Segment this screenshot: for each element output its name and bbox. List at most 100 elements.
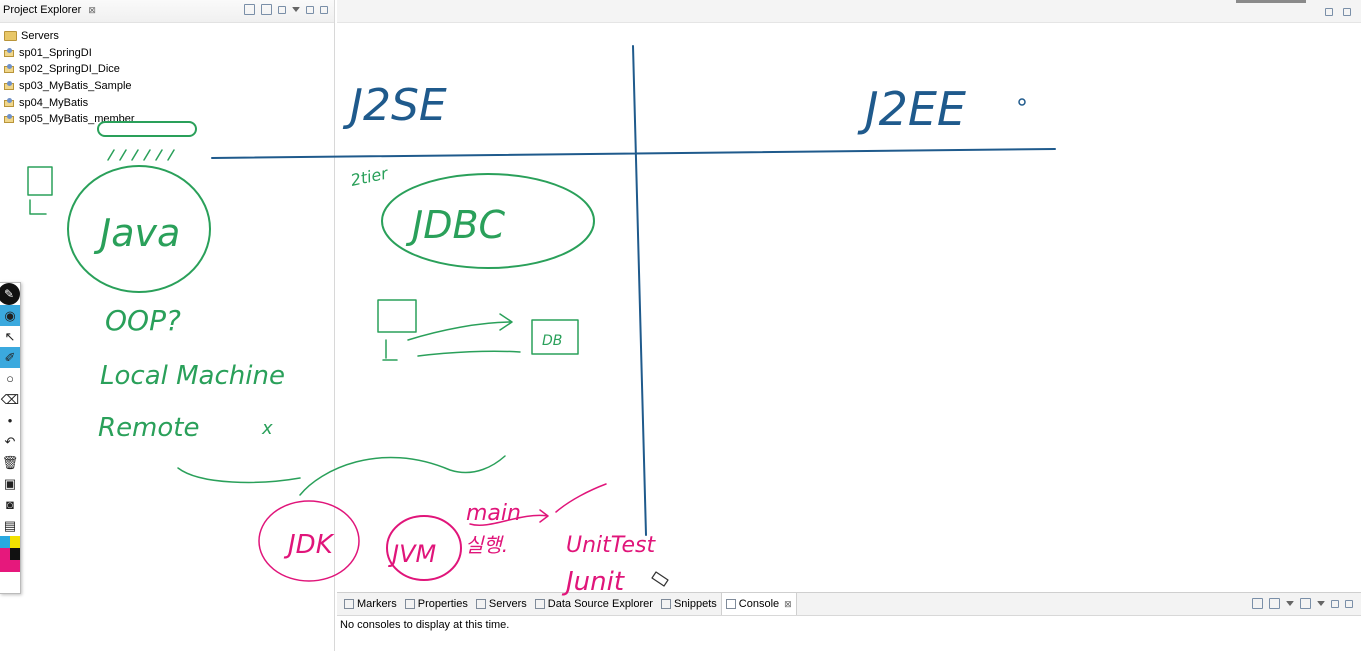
client-sketch [377,299,417,361]
tree-item-label: sp04_MyBatis [19,96,89,109]
tab-label: Console [738,598,780,610]
pin-console-icon[interactable] [1252,598,1263,609]
link-editor-icon[interactable] [261,4,272,15]
java-project-icon [4,64,15,74]
dot-icon[interactable]: • [0,410,20,431]
annotation-palette: ✎ ◉ ↖ ✐ ○ ⌫ • ↶ 🗑 ▣ ◙ ▤ [0,282,21,594]
tab-properties[interactable]: Properties [401,593,472,615]
tree-item-label: Servers [21,30,59,43]
clipboard-icon[interactable]: ▤ [0,515,20,536]
close-icon[interactable]: ⊠ [88,5,96,15]
console-message: No consoles to display at this time. [340,619,510,631]
console-toolbar [1252,598,1353,609]
project-explorer-panel: Project Explorer ⊠ Servers sp01_SpringDI… [0,0,335,651]
divider-vertical [632,45,647,536]
label-run: 실행. [465,533,508,557]
tree-item-project[interactable]: sp05_MyBatis_member [4,111,135,128]
label-j2se: J2SE [342,80,447,131]
main-arrow [469,483,607,526]
label-two-tier: 2tier [349,163,391,190]
swatch-blue[interactable] [0,536,10,548]
project-explorer-title: Project Explorer [3,4,82,16]
snippets-icon [660,599,671,609]
undo-icon[interactable]: ↶ [0,431,20,452]
maximize-icon[interactable] [320,6,328,14]
swatch-pink[interactable] [0,548,10,560]
swatch-magenta[interactable] [0,560,10,572]
project-explorer-header: Project Explorer ⊠ [0,0,334,23]
tab-data-source-explorer[interactable]: Data Source Explorer [531,593,657,615]
datasource-icon [534,599,545,609]
project-explorer-toolbar [244,4,328,15]
bottom-tabs: Markers Properties Servers Data Source E… [337,593,1361,616]
tree-item-project[interactable]: sp03_MyBatis_Sample [4,78,135,95]
connection-arrows [407,313,521,357]
java-project-icon [4,81,15,91]
eye-icon[interactable]: ◉ [0,305,20,326]
project-explorer-tab[interactable]: Project Explorer ⊠ [3,4,96,16]
view-menu-icon[interactable] [292,7,300,12]
swatch-yellow[interactable] [10,536,20,548]
minimize-icon[interactable] [306,6,314,14]
minimize-icon[interactable] [1331,600,1339,608]
tree-item-servers[interactable]: Servers [4,28,135,45]
tree-item-project[interactable]: sp01_SpringDI [4,45,135,62]
tree-item-label: sp05_MyBatis_member [19,113,135,126]
java-project-icon [4,97,15,108]
tree-item-label: sp02_SpringDI_Dice [19,63,120,76]
tree-item-project[interactable]: sp02_SpringDI_Dice [4,61,135,78]
label-db: DB [542,333,562,349]
open-console-icon[interactable] [1300,598,1311,609]
maximize-icon[interactable] [1343,8,1351,16]
tab-console[interactable]: Console ⊠ [720,593,797,615]
jvm-circle [386,515,462,581]
tab-label: Markers [357,598,397,610]
servers-icon [475,599,486,609]
db-box [531,319,579,355]
tab-label: Servers [488,598,527,610]
label-jvm: JVM [388,540,436,568]
java-project-icon [4,47,15,58]
circle-icon[interactable]: ○ [0,368,20,389]
tab-snippets[interactable]: Snippets [657,593,721,615]
dot-mark [1018,98,1026,106]
tab-servers[interactable]: Servers [472,593,531,615]
swatch-magenta-2[interactable] [10,560,20,572]
pen-icon[interactable]: ✎ [0,283,20,305]
monitor-icon[interactable]: ▣ [0,473,20,494]
maximize-icon[interactable] [1345,600,1353,608]
view-menu-icon[interactable] [1317,601,1325,606]
eraser-icon[interactable]: ⌫ [0,389,20,410]
label-unittest: UnitTest [566,533,657,558]
trash-icon[interactable]: 🗑 [0,452,20,473]
label-main: main [466,501,521,526]
eraser-cursor-icon [651,571,669,587]
tab-markers[interactable]: Markers [340,593,401,615]
label-j2ee: J2EE [857,82,966,136]
camera-icon[interactable]: ◙ [0,494,20,515]
properties-icon [404,599,415,609]
swatch-black[interactable] [10,548,20,560]
editor-scroll-indicator [1236,0,1306,3]
folder-icon [4,31,17,42]
markers-icon [344,599,354,609]
close-icon[interactable]: ⊠ [784,599,792,610]
pointer-icon[interactable]: ↖ [0,326,20,347]
tab-label: Snippets [673,598,717,610]
java-project-icon [4,114,15,124]
collapse-all-icon[interactable] [244,4,255,15]
tab-label: Data Source Explorer [547,598,653,610]
editor-area-header [337,0,1361,23]
bottom-panel: Markers Properties Servers Data Source E… [337,592,1361,652]
minimize-icon[interactable] [1325,8,1333,16]
jdbc-circle [381,173,595,269]
tree-item-label: sp01_SpringDI [19,46,92,59]
divider-horizontal [211,148,1056,159]
tree-item-project[interactable]: sp04_MyBatis [4,94,135,111]
display-console-icon[interactable] [1269,598,1280,609]
label-jdbc: JDBC [405,203,506,247]
focus-icon[interactable] [278,6,286,14]
highlighter-icon[interactable]: ✐ [0,347,20,368]
editor-toolbar [1325,6,1351,16]
dropdown-icon[interactable] [1286,601,1294,606]
